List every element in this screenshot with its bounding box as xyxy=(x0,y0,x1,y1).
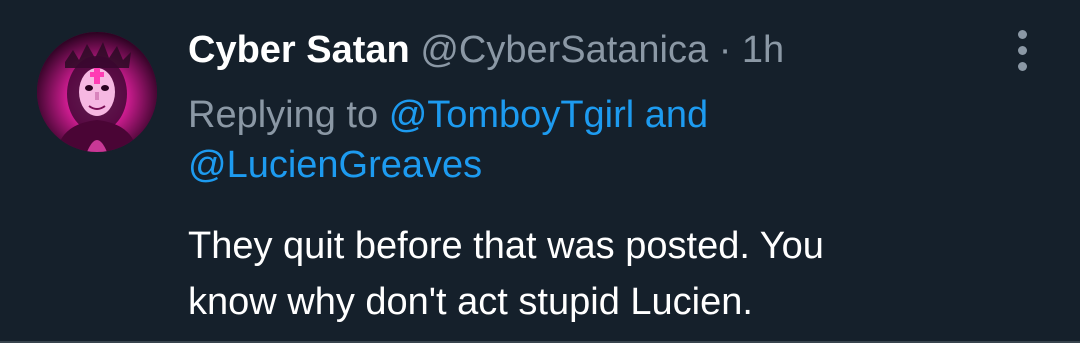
replying-to: Replying to @TomboyTgirl and @LucienGrea… xyxy=(188,90,1008,190)
more-dot xyxy=(1017,45,1027,55)
mention-conjunction: and xyxy=(644,94,709,136)
replying-to-label: Replying to xyxy=(188,94,379,136)
tweet-text-line-1: They quit before that was posted. You xyxy=(188,225,824,267)
tweet-header: Cyber Satan @CyberSatanica · 1h xyxy=(188,26,784,74)
author-display-name[interactable]: Cyber Satan xyxy=(188,29,410,71)
meta-separator: · xyxy=(718,29,732,71)
tweet-text-line-2: know why don't act stupid Lucien. xyxy=(188,281,753,323)
avatar-image xyxy=(37,32,157,152)
author-handle[interactable]: @CyberSatanica xyxy=(420,29,708,71)
more-dot xyxy=(1017,61,1027,71)
more-vertical-icon[interactable] xyxy=(1006,26,1038,74)
more-dot xyxy=(1017,29,1027,39)
tweet-card[interactable]: Cyber Satan @CyberSatanica · 1h Replying… xyxy=(0,0,1080,343)
mention-tomboytgirl[interactable]: @TomboyTgirl xyxy=(389,94,635,136)
tweet-timestamp[interactable]: 1h xyxy=(742,29,784,71)
profile-avatar[interactable] xyxy=(37,32,157,152)
mention-luciengreaves[interactable]: @LucienGreaves xyxy=(188,144,482,186)
tweet-text: They quit before that was posted. You kn… xyxy=(188,218,1048,330)
